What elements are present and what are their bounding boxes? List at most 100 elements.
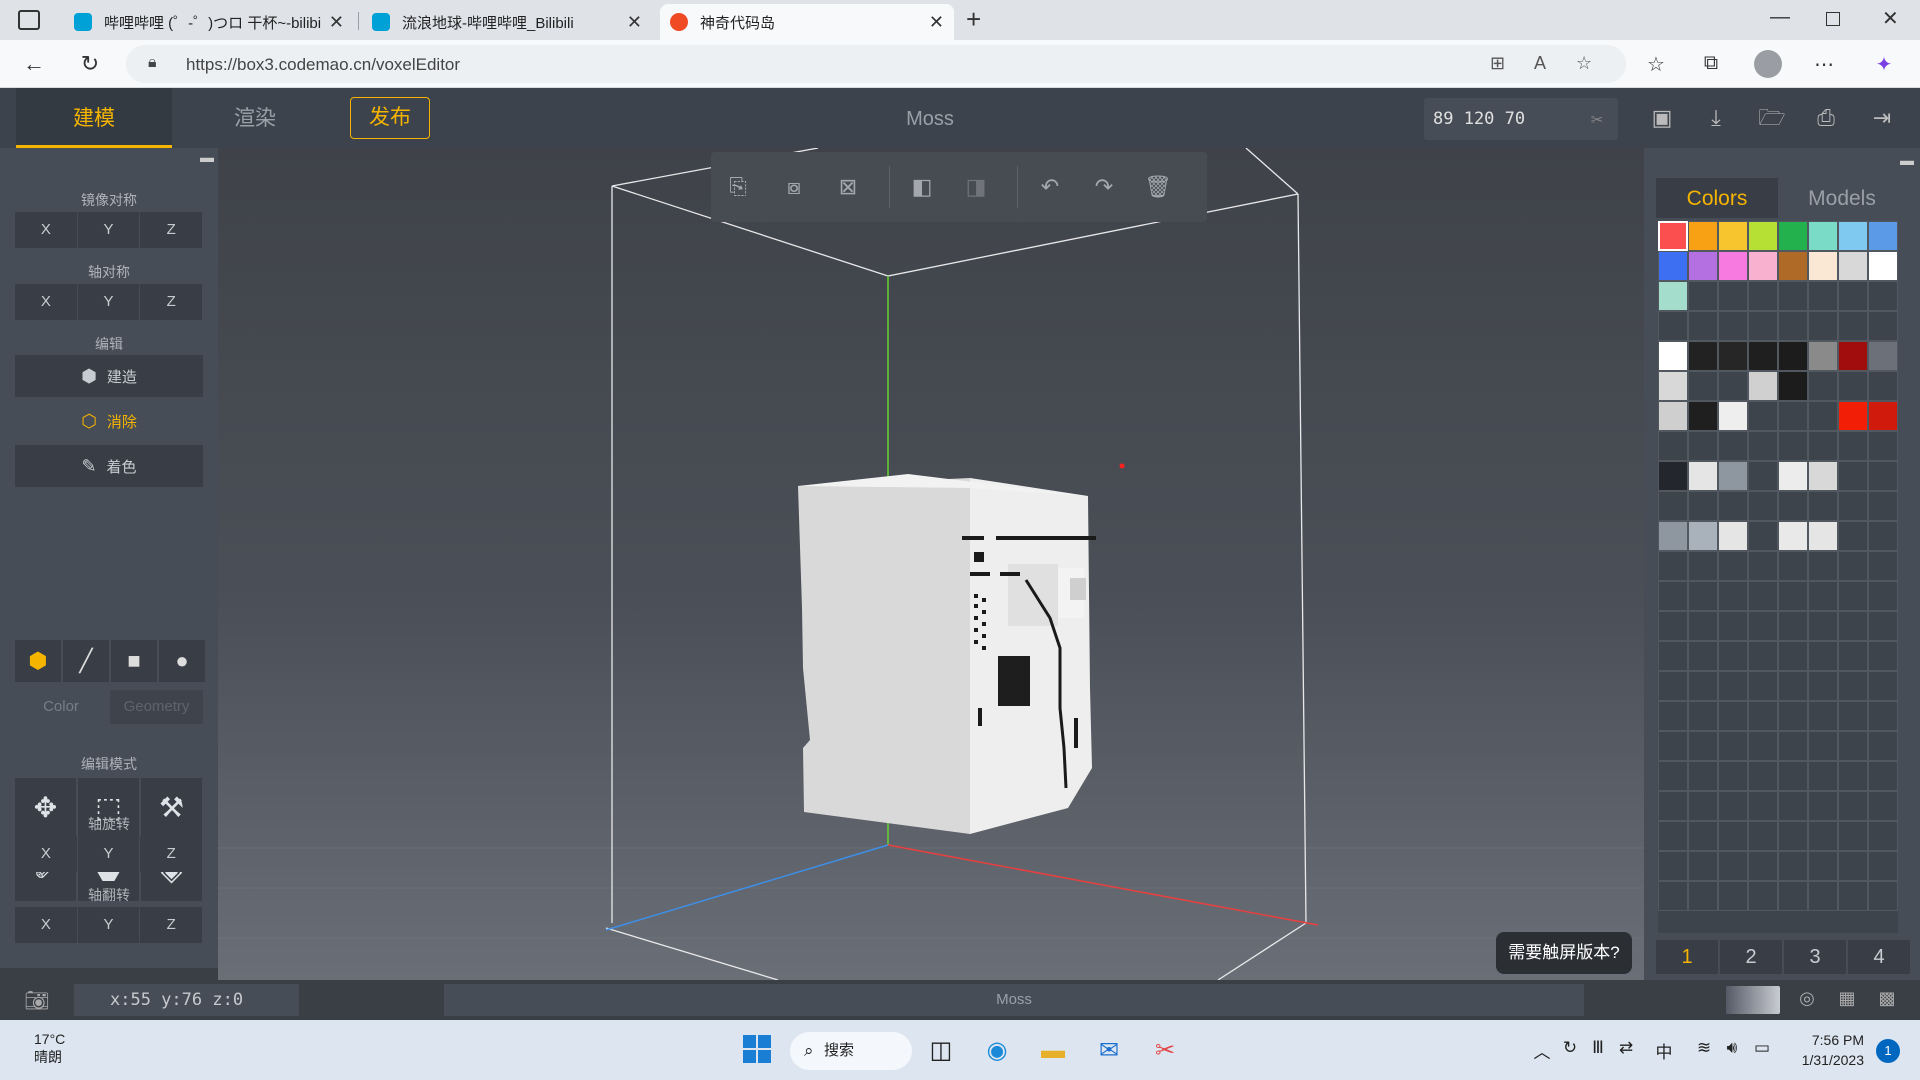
rotate-x-button[interactable]: X (15, 836, 77, 872)
print-icon[interactable]: ⎙ (1810, 102, 1842, 134)
empty-swatch[interactable] (1808, 821, 1838, 851)
color-swatch[interactable] (1658, 371, 1688, 401)
empty-swatch[interactable] (1778, 761, 1808, 791)
empty-swatch[interactable] (1868, 701, 1898, 731)
url-field[interactable]: 🔒︎ https://box3.codemao.cn/voxelEditor ⊞… (126, 45, 1626, 83)
color-swatch[interactable] (1718, 401, 1748, 431)
file-explorer-icon[interactable]: ▬ (1036, 1034, 1070, 1068)
empty-swatch[interactable] (1658, 641, 1688, 671)
color-swatch[interactable] (1838, 341, 1868, 371)
empty-swatch[interactable] (1808, 791, 1838, 821)
empty-swatch[interactable] (1778, 701, 1808, 731)
empty-swatch[interactable] (1748, 881, 1778, 911)
empty-swatch[interactable] (1658, 791, 1688, 821)
color-swatch[interactable] (1838, 401, 1868, 431)
battery-icon[interactable]: ▭ (1750, 1038, 1774, 1058)
empty-swatch[interactable] (1868, 371, 1898, 401)
paste-icon[interactable]: ⧇ (779, 172, 809, 202)
empty-swatch[interactable] (1838, 701, 1868, 731)
empty-swatch[interactable] (1688, 491, 1718, 521)
empty-swatch[interactable] (1688, 791, 1718, 821)
color-swatch[interactable] (1718, 461, 1748, 491)
empty-swatch[interactable] (1778, 641, 1808, 671)
voxel-grid-icon[interactable]: ▩ (1874, 988, 1900, 1012)
build-button[interactable]: ⬢ 建造 (15, 355, 203, 397)
color-swatch[interactable] (1718, 221, 1748, 251)
flip-z-button[interactable]: Z (140, 907, 203, 943)
rotate-z-button[interactable]: Z (140, 836, 203, 872)
geometry-subtab[interactable]: Geometry (110, 690, 203, 724)
empty-swatch[interactable] (1838, 851, 1868, 881)
empty-swatch[interactable] (1868, 821, 1898, 851)
touch-version-button[interactable]: 需要触屏版本? (1496, 932, 1632, 974)
color-swatch[interactable] (1688, 401, 1718, 431)
empty-swatch[interactable] (1778, 401, 1808, 431)
collapse-panel-icon[interactable]: ▬ (1900, 152, 1914, 168)
empty-swatch[interactable] (1718, 611, 1748, 641)
empty-swatch[interactable] (1868, 311, 1898, 341)
empty-swatch[interactable] (1778, 581, 1808, 611)
empty-swatch[interactable] (1748, 821, 1778, 851)
square-shape-icon[interactable]: ■ (111, 640, 157, 682)
line-shape-icon[interactable]: ╱ (63, 640, 109, 682)
grid-icon[interactable]: ▦ (1834, 988, 1860, 1012)
more-menu-icon[interactable]: ⋯ (1810, 52, 1838, 77)
color-swatch[interactable] (1808, 221, 1838, 251)
empty-swatch[interactable] (1718, 371, 1748, 401)
empty-swatch[interactable] (1688, 851, 1718, 881)
empty-swatch[interactable] (1718, 641, 1748, 671)
palette-page-3[interactable]: 3 (1784, 940, 1846, 974)
empty-swatch[interactable] (1808, 851, 1838, 881)
empty-swatch[interactable] (1718, 761, 1748, 791)
collapse-panel-icon[interactable]: ▬ (200, 150, 214, 166)
empty-swatch[interactable] (1808, 641, 1838, 671)
empty-swatch[interactable] (1658, 311, 1688, 341)
layer-front-icon[interactable]: ◧ (907, 172, 937, 202)
color-swatch[interactable] (1808, 341, 1838, 371)
empty-swatch[interactable] (1808, 881, 1838, 911)
empty-swatch[interactable] (1868, 641, 1898, 671)
axis-sym-z-button[interactable]: Z (140, 284, 203, 320)
empty-swatch[interactable] (1748, 461, 1778, 491)
save-icon[interactable]: ▣ (1646, 102, 1678, 134)
empty-swatch[interactable] (1688, 371, 1718, 401)
empty-swatch[interactable] (1808, 311, 1838, 341)
network-adapter-icon[interactable]: ⇄ (1614, 1038, 1638, 1058)
empty-swatch[interactable] (1658, 581, 1688, 611)
empty-swatch[interactable] (1778, 671, 1808, 701)
color-swatch[interactable] (1718, 521, 1748, 551)
palette-page-1[interactable]: 1 (1656, 940, 1718, 974)
empty-swatch[interactable] (1778, 551, 1808, 581)
layer-back-icon[interactable]: ◨ (961, 172, 991, 202)
empty-swatch[interactable] (1868, 461, 1898, 491)
empty-swatch[interactable] (1718, 881, 1748, 911)
color-swatch[interactable] (1778, 461, 1808, 491)
empty-swatch[interactable] (1658, 611, 1688, 641)
color-subtab[interactable]: Color (15, 690, 107, 724)
empty-swatch[interactable] (1718, 731, 1748, 761)
app-available-icon[interactable]: ⊞ (1490, 53, 1505, 74)
empty-swatch[interactable] (1748, 521, 1778, 551)
mirror-x-button[interactable]: X (15, 212, 77, 248)
color-swatch[interactable] (1778, 521, 1808, 551)
empty-swatch[interactable] (1808, 281, 1838, 311)
color-swatch[interactable] (1658, 521, 1688, 551)
task-view-icon[interactable]: ◫ (924, 1034, 958, 1068)
empty-swatch[interactable] (1718, 671, 1748, 701)
color-swatch[interactable] (1658, 341, 1688, 371)
color-swatch[interactable] (1688, 521, 1718, 551)
color-swatch[interactable] (1838, 251, 1868, 281)
empty-swatch[interactable] (1688, 761, 1718, 791)
color-swatch[interactable] (1748, 341, 1778, 371)
empty-swatch[interactable] (1838, 671, 1868, 701)
palette-page-4[interactable]: 4 (1848, 940, 1910, 974)
read-aloud-icon[interactable]: A (1534, 53, 1546, 74)
empty-swatch[interactable] (1868, 281, 1898, 311)
empty-swatch[interactable] (1808, 581, 1838, 611)
weather-widget[interactable]: 17°C 晴朗 (34, 1030, 65, 1066)
mirror-y-button[interactable]: Y (77, 212, 140, 248)
color-swatch[interactable] (1778, 341, 1808, 371)
empty-swatch[interactable] (1808, 491, 1838, 521)
empty-swatch[interactable] (1748, 581, 1778, 611)
open-folder-icon[interactable]: 🗁 (1756, 102, 1788, 134)
